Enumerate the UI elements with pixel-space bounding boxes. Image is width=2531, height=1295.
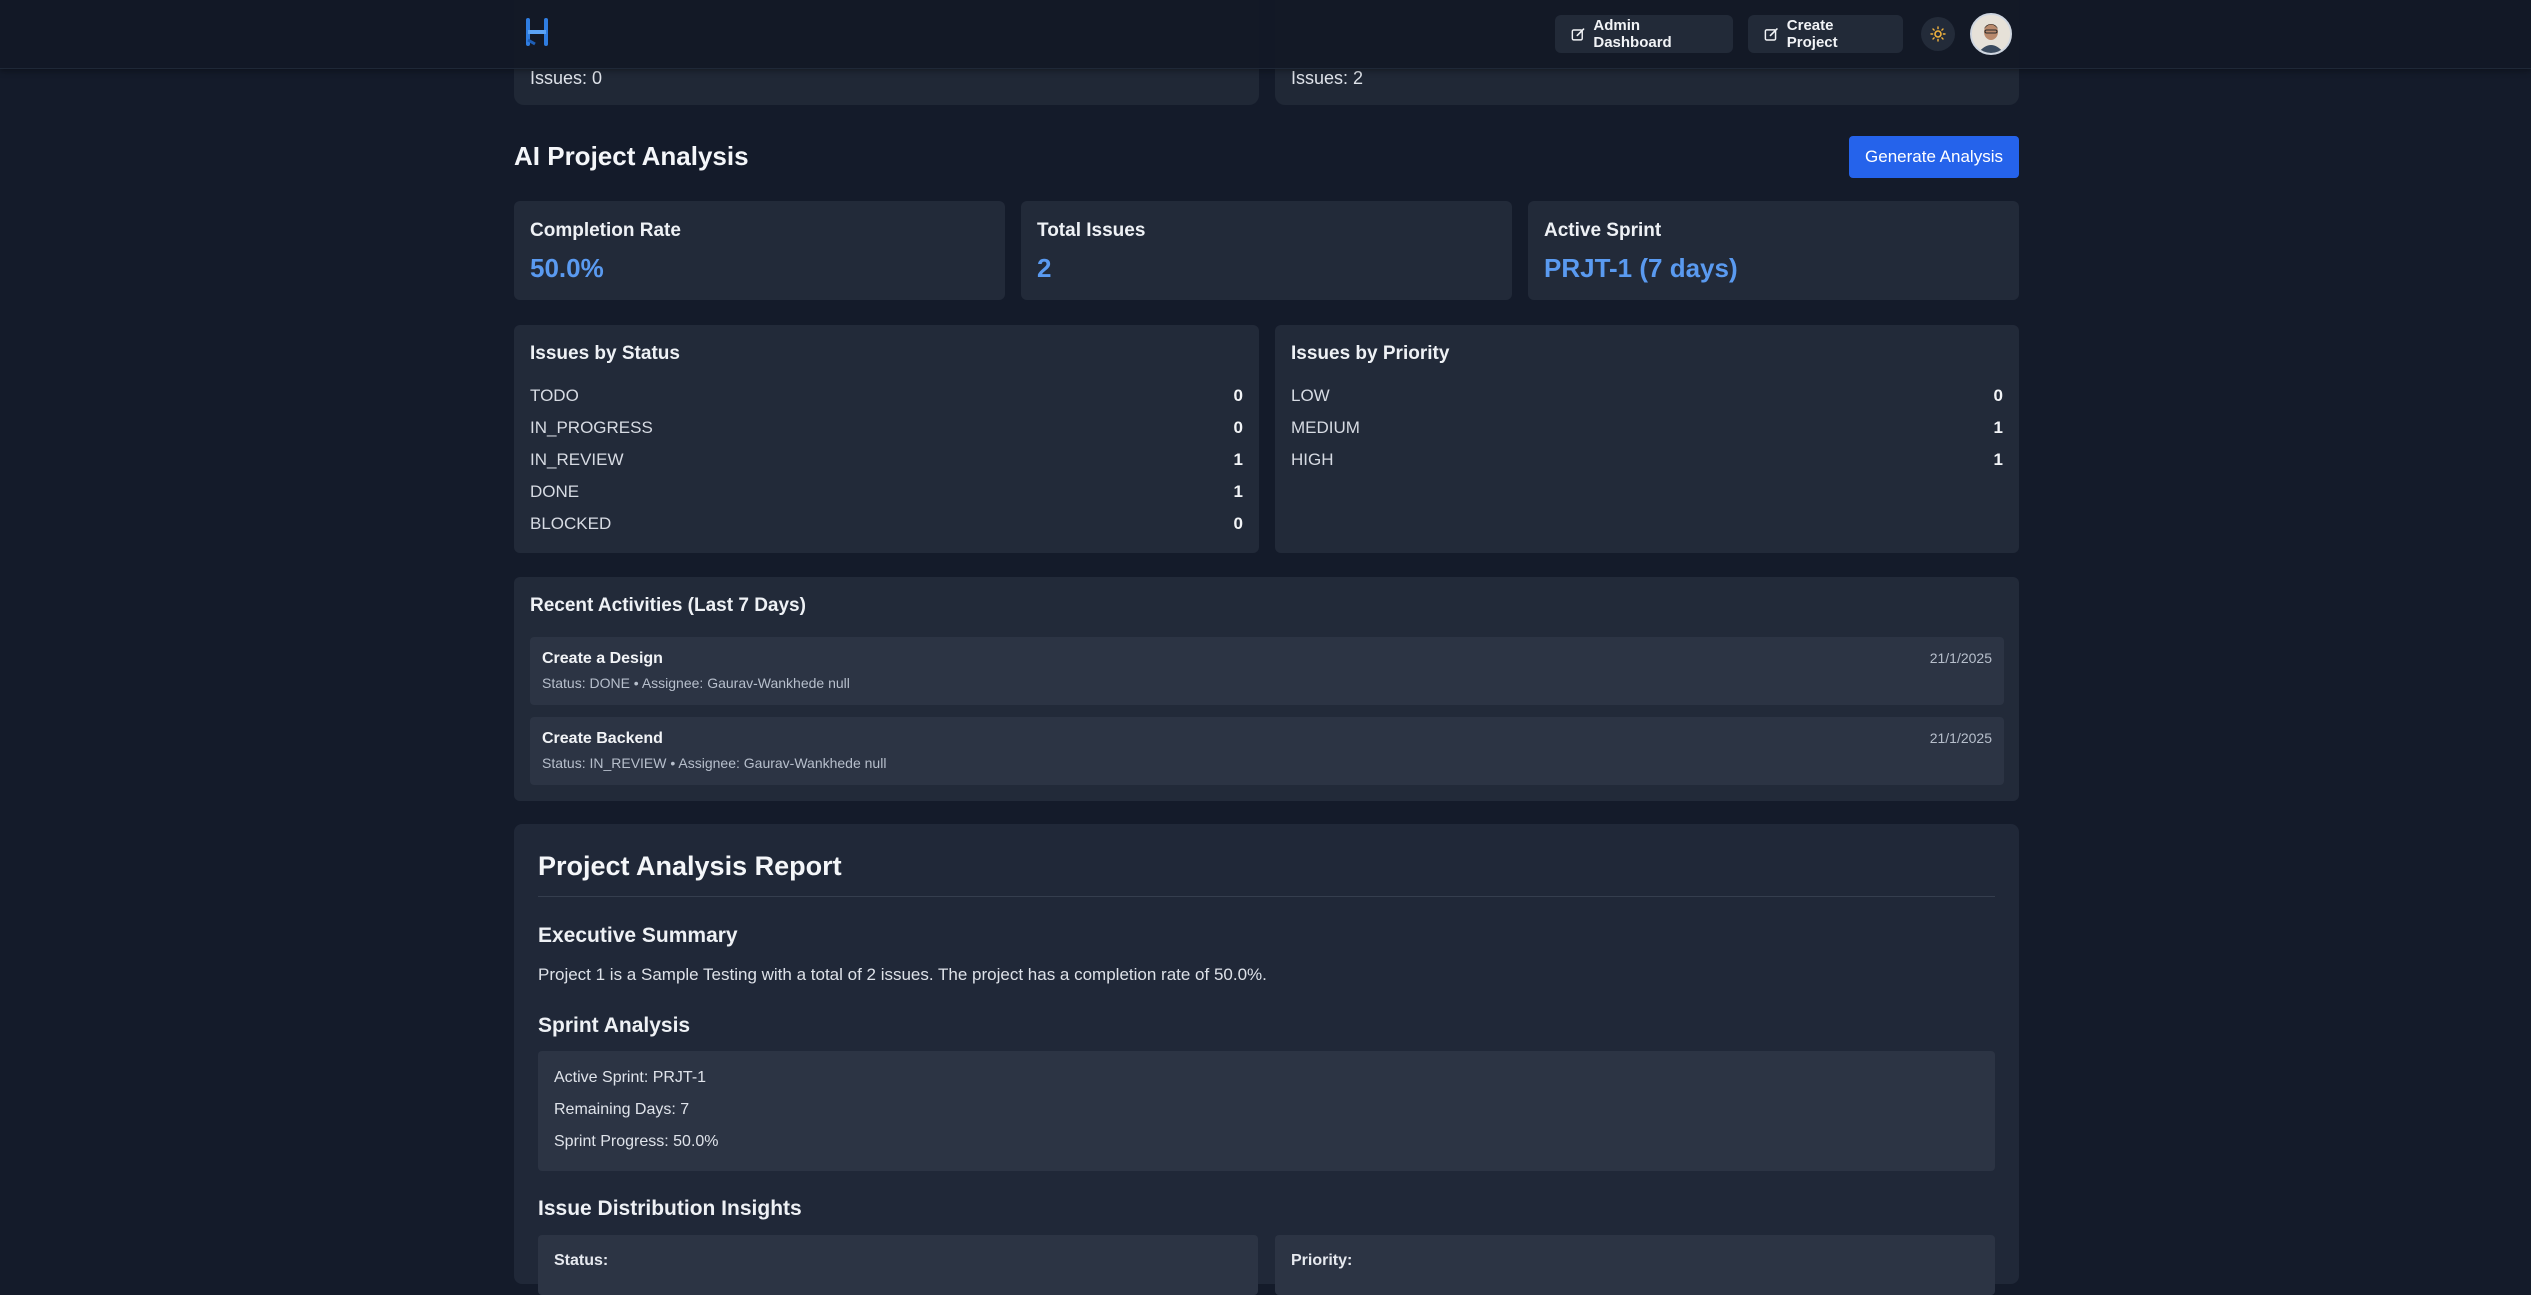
status-count: 0 xyxy=(1233,386,1243,405)
admin-dashboard-button[interactable]: Admin Dashboard xyxy=(1555,15,1733,53)
priority-row: LOW 0 xyxy=(1291,386,2003,410)
activity-date: 21/1/2025 xyxy=(1929,730,1992,746)
priority-count: 0 xyxy=(1993,386,2003,405)
sprint-analysis-box: Active Sprint: PRJT-1 Remaining Days: 7 … xyxy=(538,1051,1995,1171)
status-count: 0 xyxy=(1233,514,1243,533)
project-analysis-report: Project Analysis Report Executive Summar… xyxy=(514,824,2019,1295)
priority-label: LOW xyxy=(1291,386,1330,405)
priority-label: HIGH xyxy=(1291,450,1334,469)
issues-by-priority-card: Issues by Priority LOW 0 MEDIUM 1 HIGH 1 xyxy=(1275,325,2019,553)
status-count: 1 xyxy=(1233,482,1243,501)
priority-count: 1 xyxy=(1993,418,2003,437)
priority-count: 1 xyxy=(1993,450,2003,469)
activity-title: Create Backend xyxy=(542,730,663,747)
status-row: IN_REVIEW 1 xyxy=(530,450,1243,474)
card-title: Issues by Status xyxy=(530,343,680,364)
card-title: Issues by Priority xyxy=(1291,343,1450,364)
distribution-title: Issue Distribution Insights xyxy=(538,1197,802,1220)
edit-icon xyxy=(1764,27,1778,41)
status-row: IN_PROGRESS 0 xyxy=(530,418,1243,442)
distribution-status-box: Status: xyxy=(538,1235,1258,1295)
stat-label: Active Sprint xyxy=(1544,220,1662,241)
sprint-line: Sprint Progress: 50.0% xyxy=(554,1133,719,1150)
stat-card-active-sprint: Active Sprint PRJT-1 (7 days) xyxy=(1528,201,2019,300)
status-label: DONE xyxy=(530,482,580,501)
distribution-priority-box: Priority: xyxy=(1275,1235,1995,1295)
sun-icon xyxy=(1930,26,1946,42)
stat-card-total-issues: Total Issues 2 xyxy=(1021,201,1512,300)
recent-activities-card: Recent Activities (Last 7 Days) Create a… xyxy=(514,577,2019,801)
project-issues-count: Issues: 0 xyxy=(530,68,603,88)
status-count: 0 xyxy=(1233,418,1243,437)
generate-analysis-button[interactable]: Generate Analysis xyxy=(1849,136,2019,178)
stat-card-completion: Completion Rate 50.0% xyxy=(514,201,1005,300)
card-title: Recent Activities (Last 7 Days) xyxy=(530,595,806,616)
status-row: BLOCKED 0 xyxy=(530,514,1243,538)
stat-label: Total Issues xyxy=(1037,220,1146,241)
create-project-button[interactable]: Create Project xyxy=(1748,15,1903,53)
logo-icon[interactable] xyxy=(525,18,549,46)
stat-label: Completion Rate xyxy=(530,220,681,241)
section-title: AI Project Analysis xyxy=(514,141,749,171)
stat-value: PRJT-1 (7 days) xyxy=(1544,253,1738,283)
executive-summary-title: Executive Summary xyxy=(538,924,738,947)
theme-toggle-button[interactable] xyxy=(1921,17,1955,51)
status-label: IN_PROGRESS xyxy=(530,418,653,437)
distribution-status-label: Status: xyxy=(554,1252,609,1269)
status-count: 1 xyxy=(1233,450,1243,469)
executive-summary-text: Project 1 is a Sample Testing with a tot… xyxy=(538,965,1267,984)
top-header: Admin Dashboard Create Project xyxy=(0,0,2531,69)
status-label: BLOCKED xyxy=(530,514,612,533)
activity-item[interactable]: Create Backend Status: IN_REVIEW • Assig… xyxy=(530,717,2004,785)
edit-icon xyxy=(1571,27,1585,41)
activity-item[interactable]: Create a Design Status: DONE • Assignee:… xyxy=(530,637,2004,705)
status-label: TODO xyxy=(530,386,579,405)
activity-title: Create a Design xyxy=(542,650,663,667)
status-row: DONE 1 xyxy=(530,482,1243,506)
divider xyxy=(538,896,1995,897)
stat-value: 50.0% xyxy=(530,253,604,283)
status-label: IN_REVIEW xyxy=(530,450,624,469)
create-project-label: Create Project xyxy=(1786,17,1838,51)
stat-value: 2 xyxy=(1037,253,1052,283)
avatar[interactable] xyxy=(1970,13,2012,55)
priority-row: HIGH 1 xyxy=(1291,450,2003,474)
sprint-line: Active Sprint: PRJT-1 xyxy=(554,1069,707,1086)
project-issues-count: Issues: 2 xyxy=(1291,68,1364,88)
report-title: Project Analysis Report xyxy=(538,851,842,881)
priority-label: MEDIUM xyxy=(1291,418,1360,437)
issues-by-status-card: Issues by Status TODO 0 IN_PROGRESS 0 IN_R… xyxy=(514,325,1259,553)
admin-dashboard-label: Admin Dashboard xyxy=(1593,17,1672,51)
priority-row: MEDIUM 1 xyxy=(1291,418,2003,442)
activity-meta: Status: DONE • Assignee: Gaurav-Wankhede… xyxy=(542,675,850,691)
activity-date: 21/1/2025 xyxy=(1929,650,1992,666)
distribution-priority-label: Priority: xyxy=(1291,1252,1353,1269)
sprint-analysis-title: Sprint Analysis xyxy=(538,1014,691,1037)
status-row: TODO 0 xyxy=(530,386,1243,410)
sprint-line: Remaining Days: 7 xyxy=(554,1101,690,1118)
activity-meta: Status: IN_REVIEW • Assignee: Gaurav-Wan… xyxy=(542,755,887,771)
